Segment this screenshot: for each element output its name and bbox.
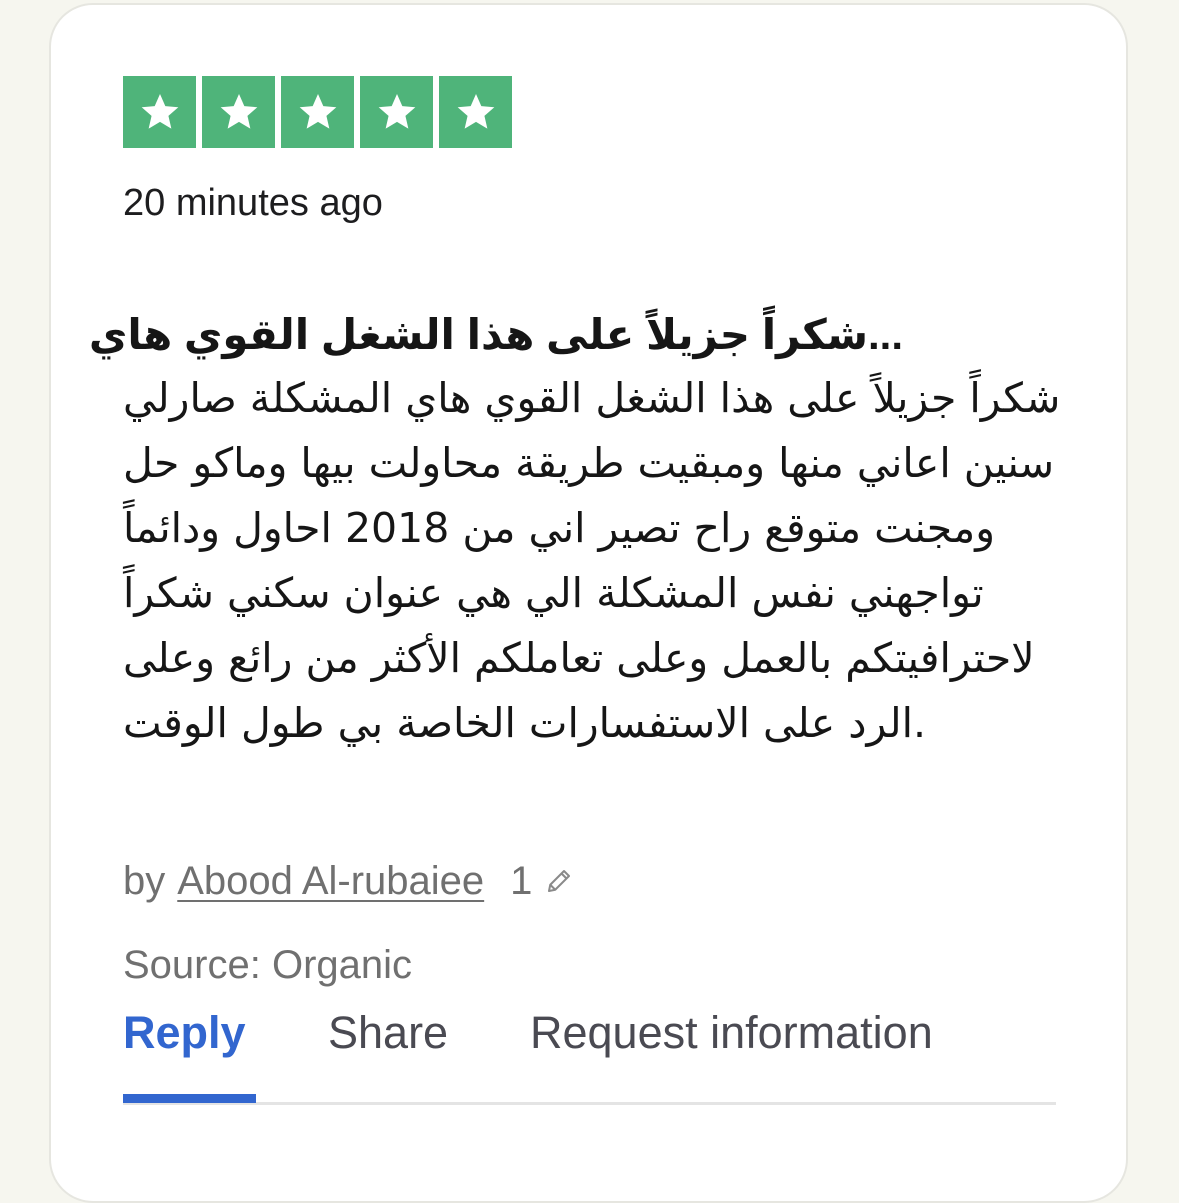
- star-icon: [439, 76, 512, 148]
- tab-share[interactable]: Share: [328, 1004, 448, 1062]
- review-body-line: سنين اعاني منها ومبقيت طريقة محاولت بيها…: [123, 439, 1055, 487]
- review-body-line: .الرد على الاستفسارات الخاصة بي طول الوق…: [123, 699, 927, 747]
- pencil-icon: [544, 866, 574, 896]
- tab-reply[interactable]: Reply: [123, 1004, 246, 1062]
- star-icon: [281, 76, 354, 148]
- star-rating: [123, 76, 512, 148]
- reviewer-byline: by Abood Al-rubaiee 1: [123, 856, 574, 906]
- review-actions-tabs: Reply Share Request information: [123, 1004, 1056, 1105]
- review-count: 1: [510, 859, 533, 903]
- review-body-line: شكراً جزيلاً على هذا الشغل القوي هاي الم…: [123, 374, 1061, 422]
- star-icon: [123, 76, 196, 148]
- active-tab-indicator: [123, 1094, 256, 1103]
- review-title: ...شكراً جزيلاً على هذا الشغل القوي هاي: [88, 311, 903, 358]
- star-icon: [202, 76, 275, 148]
- tab-request-information[interactable]: Request information: [530, 1004, 933, 1062]
- review-body-line: ومجنت متوقع راح تصير اني من 2018 احاول و…: [123, 504, 996, 552]
- tabs-divider: [123, 1102, 1056, 1105]
- review-timestamp: 20 minutes ago: [123, 182, 383, 224]
- star-icon: [360, 76, 433, 148]
- review-body-line: تواجهني نفس المشكلة الي هي عنوان سكني شك…: [123, 569, 984, 617]
- review-body: شكراً جزيلاً على هذا الشغل القوي هاي الم…: [123, 366, 1073, 756]
- review-body-line: لاحترافيتكم بالعمل وعلى تعاملكم الأكثر م…: [123, 634, 1035, 682]
- review-source: Source: Organic: [123, 943, 413, 987]
- reviewer-name-link[interactable]: Abood Al-rubaiee: [177, 856, 484, 906]
- byline-prefix: by: [123, 859, 166, 903]
